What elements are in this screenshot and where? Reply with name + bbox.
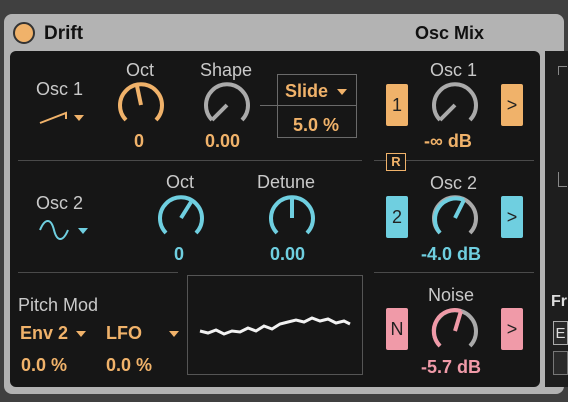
pitch-mod-source2-label: LFO bbox=[106, 323, 142, 343]
osc1-shape-knob[interactable] bbox=[202, 80, 252, 130]
noise-on-button[interactable]: N bbox=[386, 308, 408, 350]
noise-level-knob[interactable] bbox=[430, 306, 480, 356]
osc2-oct-value: 0 bbox=[174, 244, 185, 264]
chevron-down-icon bbox=[76, 331, 87, 338]
mix-osc1-label: Osc 1 bbox=[430, 60, 478, 80]
sine-wave-icon bbox=[39, 220, 88, 240]
osc1-waveform-select[interactable] bbox=[38, 105, 90, 127]
osc2-detune-value: 0.00 bbox=[270, 244, 306, 264]
osc2-level-knob[interactable] bbox=[430, 193, 480, 243]
osc2-filter-route-button[interactable]: > bbox=[501, 196, 523, 238]
pitch-mod-label: Pitch Mod bbox=[18, 295, 99, 315]
noise-level-value: -5.7 dB bbox=[421, 357, 482, 377]
row2-separator-left bbox=[18, 272, 178, 273]
chevron-down-icon bbox=[74, 115, 84, 121]
pitch-mod-source1-dropdown[interactable]: Env 2 bbox=[20, 323, 87, 344]
chevron-down-icon bbox=[78, 228, 88, 234]
osc2-waveform-select[interactable] bbox=[38, 218, 94, 242]
next-device-field[interactable] bbox=[553, 351, 568, 375]
next-device-bracket-top bbox=[558, 66, 567, 75]
osc-mix-title: Osc Mix bbox=[415, 23, 485, 43]
slide-connector bbox=[260, 105, 277, 106]
slide-value[interactable]: 5.0 % bbox=[293, 115, 339, 136]
device-title: Drift bbox=[44, 23, 84, 44]
osc1-on-button[interactable]: 1 bbox=[386, 84, 408, 126]
row2-mix-separator bbox=[374, 272, 534, 273]
pitch-mod-amount1[interactable]: 0.0 % bbox=[21, 355, 67, 376]
osc1-level-value: -∞ dB bbox=[424, 131, 472, 151]
saw-wave-icon bbox=[39, 111, 84, 124]
osc2-on-button[interactable]: 2 bbox=[386, 196, 408, 238]
slide-box-divider bbox=[277, 105, 357, 106]
pitch-mod-amount2[interactable]: 0.0 % bbox=[106, 355, 152, 376]
osc1-oct-knob[interactable] bbox=[116, 80, 166, 130]
osc1-label: Osc 1 bbox=[36, 79, 84, 99]
device-toggle-button[interactable] bbox=[13, 22, 35, 44]
osc2-detune-label: Detune bbox=[257, 172, 316, 192]
slide-mode-dropdown[interactable]: Slide bbox=[285, 81, 348, 102]
mix-osc2-label: Osc 2 bbox=[430, 173, 478, 193]
osc2-oct-knob[interactable] bbox=[156, 193, 206, 243]
row1-separator bbox=[18, 160, 362, 161]
oscilloscope-wave bbox=[199, 316, 351, 336]
chevron-down-icon bbox=[169, 331, 180, 338]
next-device-button[interactable]: E bbox=[553, 321, 568, 345]
noise-label: Noise bbox=[428, 285, 475, 305]
pitch-mod-source2-dropdown[interactable]: LFO bbox=[106, 323, 180, 344]
oscilloscope-display bbox=[187, 275, 363, 375]
osc1-shape-value: 0.00 bbox=[205, 131, 241, 151]
chevron-down-icon bbox=[337, 89, 348, 96]
osc1-filter-route-button[interactable]: > bbox=[501, 84, 523, 126]
osc1-oct-value: 0 bbox=[134, 131, 145, 151]
osc-retrigger-button[interactable]: R bbox=[386, 153, 406, 171]
osc2-oct-label: Oct bbox=[166, 172, 195, 192]
next-device-bracket-mid bbox=[558, 172, 567, 187]
osc2-level-value: -4.0 dB bbox=[421, 244, 482, 264]
osc2-label: Osc 2 bbox=[36, 193, 84, 213]
noise-filter-route-button[interactable]: > bbox=[501, 308, 523, 350]
pitch-mod-source1-label: Env 2 bbox=[20, 323, 69, 343]
osc1-shape-label: Shape bbox=[200, 60, 253, 80]
osc1-level-knob[interactable] bbox=[430, 80, 480, 130]
next-device-label: Fr bbox=[551, 293, 567, 310]
slide-mode-label: Slide bbox=[285, 81, 329, 101]
osc1-oct-label: Oct bbox=[126, 60, 155, 80]
osc2-detune-knob[interactable] bbox=[267, 193, 317, 243]
